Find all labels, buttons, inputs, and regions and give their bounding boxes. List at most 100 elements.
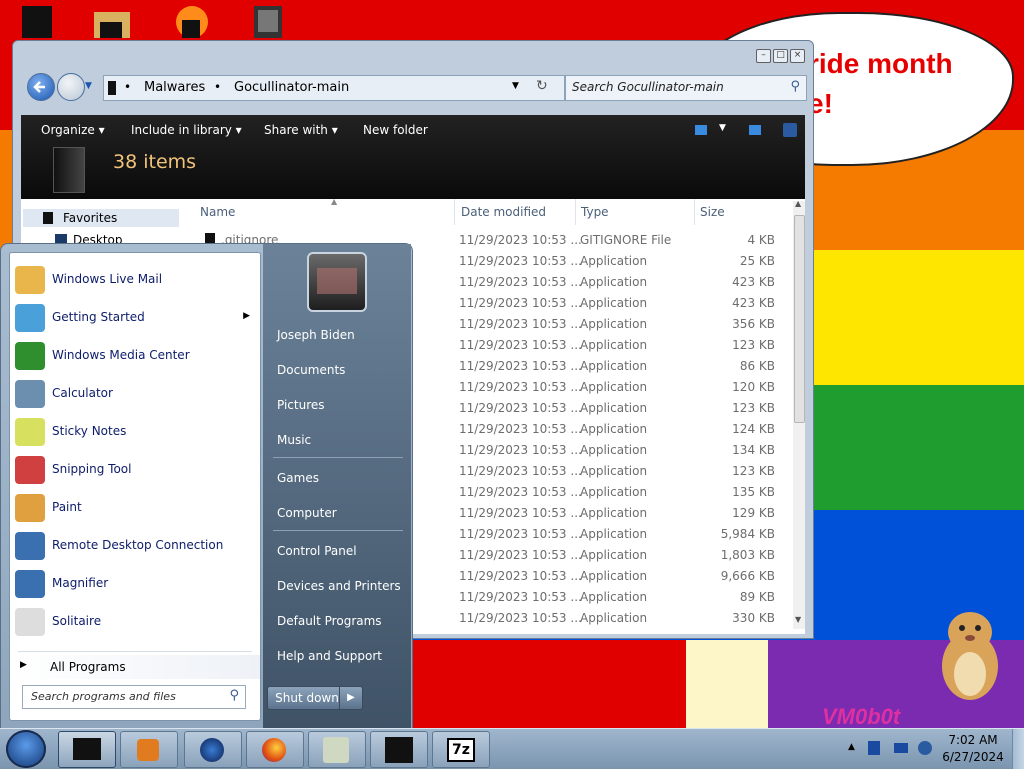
- file-size: 89 KB: [739, 590, 775, 604]
- start-place-item[interactable]: Control Panel: [277, 544, 357, 558]
- view-dropdown-icon[interactable]: ▼: [719, 123, 726, 133]
- address-dropdown-icon[interactable]: ▼: [512, 81, 519, 91]
- file-date: 11/29/2023 10:53 ...: [459, 443, 582, 457]
- column-separator[interactable]: [694, 199, 695, 225]
- preview-pane-icon[interactable]: [749, 125, 761, 135]
- file-size: 5,984 KB: [720, 527, 775, 541]
- share-with-menu[interactable]: Share with ▾: [264, 123, 338, 137]
- show-hidden-icons-button[interactable]: ▲: [848, 742, 855, 752]
- start-program-item[interactable]: Snipping Tool: [10, 451, 260, 489]
- start-program-item[interactable]: Windows Media Center: [10, 337, 260, 375]
- search-box[interactable]: Search Gocullinator-main ⚲: [565, 75, 807, 101]
- bubble-line-2: e!: [808, 88, 833, 119]
- start-place-item[interactable]: Music: [277, 433, 311, 447]
- scroll-up-icon[interactable]: ▲: [795, 199, 801, 208]
- file-type: Application: [580, 443, 648, 457]
- mail-icon: [15, 266, 45, 294]
- start-program-label: Calculator: [52, 386, 113, 400]
- start-place-item[interactable]: Joseph Biden: [277, 328, 355, 342]
- start-program-item[interactable]: Getting Started ▶: [10, 299, 260, 337]
- file-type: Application: [580, 611, 648, 625]
- cards-icon: [15, 608, 45, 636]
- help-icon[interactable]: [783, 123, 797, 137]
- start-place-item[interactable]: Pictures: [277, 398, 325, 412]
- all-programs-button[interactable]: ▶ All Programs: [10, 655, 260, 679]
- show-desktop-button[interactable]: [1012, 729, 1024, 769]
- maximize-button[interactable]: □: [773, 49, 788, 63]
- desktop-cream-block: [686, 640, 768, 730]
- start-search-box[interactable]: Search programs and files ⚲: [22, 685, 246, 709]
- vertical-scrollbar[interactable]: ▲ ▼: [793, 199, 805, 629]
- start-program-item[interactable]: Solitaire: [10, 603, 260, 641]
- start-place-item[interactable]: Devices and Printers: [277, 579, 401, 593]
- volume-icon[interactable]: [918, 741, 932, 755]
- start-place-item[interactable]: Default Programs: [277, 614, 382, 628]
- start-program-item[interactable]: Paint: [10, 489, 260, 527]
- start-program-item[interactable]: Remote Desktop Connection: [10, 527, 260, 565]
- column-separator[interactable]: [575, 199, 576, 225]
- organize-menu[interactable]: Organize ▾: [41, 123, 105, 137]
- start-program-item[interactable]: Sticky Notes: [10, 413, 260, 451]
- address-bar[interactable]: • Malwares • Gocullinator-main ▼ ↻: [103, 75, 565, 101]
- start-search-input[interactable]: Search programs and files: [31, 690, 176, 703]
- bubble-line-1: ride month: [808, 48, 953, 79]
- breadcrumb-malwares[interactable]: Malwares: [144, 80, 205, 95]
- start-button[interactable]: [6, 730, 46, 768]
- system-clock[interactable]: 7:02 AM 6/27/2024: [940, 732, 1006, 766]
- include-in-library-menu[interactable]: Include in library ▾: [131, 123, 242, 137]
- taskbar-media-player-button[interactable]: [120, 731, 178, 768]
- file-type: Application: [580, 464, 648, 478]
- recent-pages-chevron-icon[interactable]: ▼: [85, 81, 92, 91]
- search-icon[interactable]: ⚲: [790, 79, 800, 94]
- column-name[interactable]: Name: [200, 205, 235, 219]
- network-icon[interactable]: [868, 741, 880, 755]
- search-input[interactable]: Search Gocullinator-main: [572, 80, 724, 94]
- start-place-item[interactable]: Help and Support: [277, 649, 382, 663]
- view-options-icon[interactable]: [695, 125, 707, 135]
- desktop-folder-icon[interactable]: [92, 0, 132, 38]
- back-button[interactable]: [27, 73, 55, 101]
- file-size: 129 KB: [732, 506, 775, 520]
- column-date-modified[interactable]: Date modified: [461, 205, 546, 219]
- start-place-item[interactable]: Computer: [277, 506, 337, 520]
- file-date: 11/29/2023 10:53 ...: [459, 338, 582, 352]
- taskbar-hamster-button[interactable]: [308, 731, 366, 768]
- file-size: 1,803 KB: [720, 548, 775, 562]
- desktop-app-icon[interactable]: [170, 0, 210, 38]
- nav-favorites[interactable]: Favorites: [23, 209, 179, 227]
- file-size: 4 KB: [747, 233, 775, 247]
- column-size[interactable]: Size: [700, 205, 725, 219]
- shutdown-button[interactable]: Shut down: [267, 686, 347, 710]
- breadcrumb-gocullinator-main[interactable]: Gocullinator-main: [234, 80, 349, 95]
- taskbar-ie-button[interactable]: [184, 731, 242, 768]
- taskbar-firefox-button[interactable]: [246, 731, 304, 768]
- start-program-item[interactable]: Calculator: [10, 375, 260, 413]
- start-place-item[interactable]: Documents: [277, 363, 345, 377]
- taskbar-cmd-button[interactable]: [370, 731, 428, 768]
- tray-app-icon[interactable]: [894, 743, 908, 753]
- column-type[interactable]: Type: [581, 205, 609, 219]
- user-picture[interactable]: [307, 252, 367, 312]
- minimize-button[interactable]: –: [756, 49, 771, 63]
- close-button[interactable]: ×: [790, 49, 805, 63]
- column-separator[interactable]: [454, 199, 455, 225]
- refresh-icon[interactable]: ↻: [536, 78, 548, 94]
- new-folder-button[interactable]: New folder: [363, 123, 428, 137]
- taskbar-explorer-button[interactable]: [58, 731, 116, 768]
- start-program-item[interactable]: Windows Live Mail: [10, 261, 260, 299]
- taskbar-7zip-button[interactable]: 7z: [432, 731, 490, 768]
- file-date: 11/29/2023 10:53 ...: [459, 569, 582, 583]
- scroll-thumb[interactable]: [794, 215, 805, 423]
- start-program-item[interactable]: Magnifier: [10, 565, 260, 603]
- desktop-computer-icon[interactable]: [250, 0, 290, 38]
- scroll-down-icon[interactable]: ▼: [795, 615, 801, 624]
- file-date: 11/29/2023 10:53 ...: [459, 254, 582, 268]
- start-program-label: Solitaire: [52, 614, 102, 628]
- start-program-label: Snipping Tool: [52, 462, 132, 476]
- start-place-item[interactable]: Games: [277, 471, 319, 485]
- start-program-label: Windows Live Mail: [52, 272, 163, 286]
- desktop-recycle-bin-icon[interactable]: [18, 0, 58, 38]
- start-search-icon[interactable]: ⚲: [229, 688, 239, 703]
- shutdown-options-button[interactable]: ▶: [339, 686, 363, 710]
- forward-button[interactable]: [57, 73, 85, 101]
